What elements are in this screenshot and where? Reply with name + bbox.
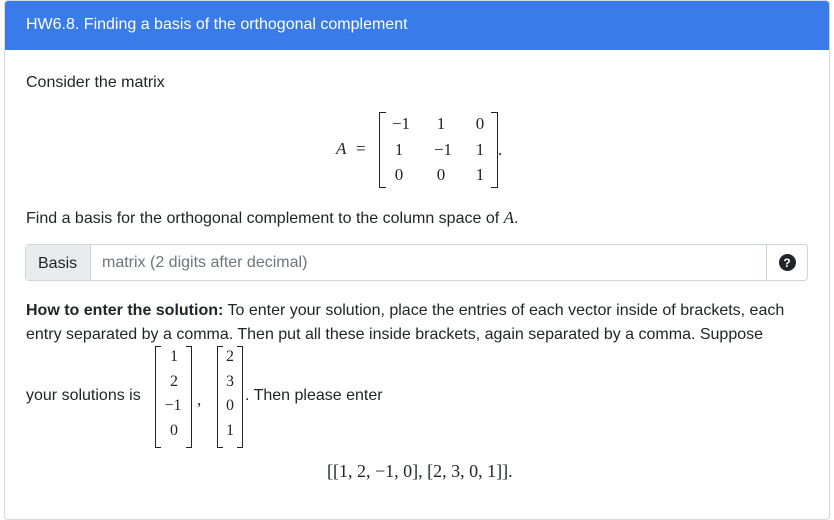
instructions-line2: entry separated by a comma. Then put all… <box>26 326 764 343</box>
matrix-cell: 0 <box>475 114 485 133</box>
example-answer: [[1, 2, −1, 0], [2, 3, 0, 1]]. <box>327 461 513 481</box>
matrix-cell: 1 <box>436 114 446 133</box>
equals-sign: = <box>356 139 366 158</box>
matrix-cell: −1 <box>433 140 453 159</box>
vector-entry: 2 <box>226 348 234 365</box>
matrix-cell: 1 <box>394 140 404 159</box>
matrix-period: . <box>498 140 503 159</box>
vector-separator: , <box>197 390 202 409</box>
intro-text: Consider the matrix <box>26 74 165 91</box>
question-header: HW6.8. Finding a basis of the orthogonal… <box>5 1 829 50</box>
question-title: HW6.8. Finding a basis of the orthogonal… <box>26 16 408 33</box>
matrix-cell: −1 <box>391 114 411 133</box>
question-card: HW6.8. Finding a basis of the orthogonal… <box>4 0 830 520</box>
question-circle-icon[interactable]: ? <box>778 254 796 271</box>
vector-entry: 1 <box>170 348 178 365</box>
vector-entry: 0 <box>170 422 178 439</box>
question-symbol: A <box>503 208 514 227</box>
solutions-text: your solutions is <box>26 387 141 404</box>
vector-entry: 3 <box>226 373 234 390</box>
basis-input-group: Basis ? <box>25 244 808 281</box>
matrix-cell: 0 <box>394 165 404 184</box>
vector-entry: 1 <box>226 422 234 439</box>
matrix-cell: 0 <box>436 165 446 184</box>
instructions-line1: How to enter the solution: To enter your… <box>26 302 785 319</box>
basis-input[interactable] <box>91 245 766 280</box>
vector1-bracket-right <box>186 346 192 448</box>
basis-label: Basis <box>26 245 91 280</box>
matrix-bracket-right <box>491 112 498 188</box>
vector-entry: 2 <box>170 373 178 390</box>
help-button[interactable]: ? <box>766 245 807 280</box>
matrix-cell: 1 <box>475 140 485 159</box>
then-text: . Then please enter <box>245 387 383 404</box>
question-text: Find a basis for the orthogonal compleme… <box>26 208 519 227</box>
instructions-lead: How to enter the solution: <box>26 302 224 319</box>
vector-entry: −1 <box>164 397 182 414</box>
matrix-symbol: A <box>336 139 347 158</box>
vector-entry: 0 <box>226 397 234 414</box>
matrix-bracket-left <box>379 112 386 188</box>
matrix-cell: 1 <box>475 165 485 184</box>
